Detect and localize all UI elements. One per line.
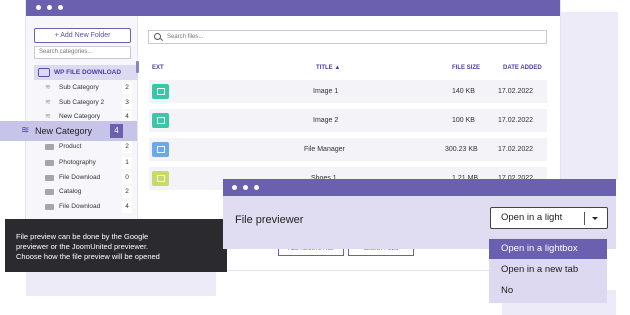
category-label: Product bbox=[59, 143, 82, 150]
panel-titlebar bbox=[223, 179, 616, 196]
category-count: 4 bbox=[122, 201, 132, 213]
add-folder-button[interactable]: + Add New Folder bbox=[34, 28, 131, 43]
category-label: Sub Category bbox=[59, 84, 99, 91]
file-search-placeholder: Search files... bbox=[167, 34, 204, 40]
window-dot-icon[interactable] bbox=[232, 185, 237, 190]
option-lightbox[interactable]: Open in a lightbox bbox=[489, 239, 607, 259]
panel-dots bbox=[232, 185, 259, 190]
window-dots bbox=[36, 5, 63, 10]
select-value: Open in a light bbox=[501, 212, 563, 223]
tooltip-line: File preview can be done by the Google bbox=[16, 232, 149, 241]
category-count: 0 bbox=[122, 172, 132, 184]
file-row[interactable]: Image 1 140 KB 17.02.2022 bbox=[149, 80, 547, 103]
category-item[interactable]: File Download 4 bbox=[45, 200, 134, 214]
file-row[interactable]: Image 2 100 KB 17.02.2022 bbox=[149, 109, 547, 132]
file-title: Image 1 bbox=[313, 88, 339, 95]
category-item[interactable]: ≋ Sub Category 2 bbox=[45, 81, 134, 95]
option-no[interactable]: No bbox=[489, 281, 607, 301]
sidebar-scrollbar[interactable] bbox=[136, 61, 139, 73]
option-new-tab[interactable]: Open in a new tab bbox=[489, 260, 607, 280]
image-file-icon bbox=[152, 113, 169, 128]
highlighted-category[interactable]: ≋ New Category 4 bbox=[0, 121, 137, 141]
category-root[interactable]: WP FILE DOWNLOAD bbox=[34, 65, 138, 80]
highlighted-category-label: New Category bbox=[35, 126, 93, 136]
tooltip-line: Choose how the file preview will be open… bbox=[16, 252, 160, 261]
category-label: Sub Category 2 bbox=[59, 99, 105, 106]
column-title[interactable]: TITLE ▲ bbox=[316, 65, 340, 71]
folder-icon bbox=[45, 204, 54, 210]
file-size: 300.23 KB bbox=[445, 146, 478, 153]
file-previewer-label: File previewer bbox=[235, 214, 304, 226]
file-title: Image 2 bbox=[313, 117, 339, 124]
file-size: 100 KB bbox=[452, 117, 475, 124]
image-file-icon bbox=[152, 171, 169, 186]
file-date: 17.02.2022 bbox=[498, 88, 534, 95]
column-file-size[interactable]: FILE SIZE bbox=[452, 65, 480, 71]
category-search-input[interactable]: Search categories... bbox=[34, 46, 131, 59]
category-label: File Download bbox=[59, 174, 101, 181]
category-item[interactable]: File Download 0 bbox=[45, 171, 134, 185]
category-item[interactable]: Catalog 2 bbox=[45, 185, 134, 199]
folder-icon bbox=[45, 175, 54, 181]
file-size: 140 KB bbox=[452, 88, 475, 95]
file-title: File Manager bbox=[304, 146, 345, 153]
window-titlebar bbox=[26, 0, 560, 16]
category-label: Catalog bbox=[59, 188, 82, 195]
search-icon bbox=[154, 33, 161, 40]
download-box-icon bbox=[38, 68, 50, 77]
column-date-added[interactable]: DATE ADDED bbox=[503, 65, 542, 71]
window-dot-icon[interactable] bbox=[243, 185, 248, 190]
category-item[interactable]: ≋ Sub Category 2 3 bbox=[45, 96, 134, 110]
file-row[interactable]: File Manager 300.23 KB 17.02.2022 bbox=[149, 138, 547, 161]
category-count: 2 bbox=[122, 82, 132, 94]
window-dot-icon[interactable] bbox=[58, 5, 63, 10]
category-root-label: WP FILE DOWNLOAD bbox=[54, 69, 122, 76]
folder-icon bbox=[45, 144, 54, 150]
window-dot-icon[interactable] bbox=[47, 5, 52, 10]
category-count: 1 bbox=[122, 157, 132, 169]
highlighted-category-count: 4 bbox=[110, 124, 123, 138]
file-date: 17.02.2022 bbox=[498, 146, 534, 153]
chevron-down-icon[interactable] bbox=[592, 217, 598, 220]
layers-icon: ≋ bbox=[45, 113, 51, 120]
select-divider bbox=[584, 212, 585, 225]
tooltip-line: previewer or the JoomUnited previewer. bbox=[16, 242, 149, 251]
category-item[interactable]: Product 2 bbox=[45, 140, 134, 154]
layers-icon: ≋ bbox=[21, 125, 30, 136]
category-count: 2 bbox=[122, 186, 132, 198]
window-dot-icon[interactable] bbox=[254, 185, 259, 190]
file-date: 17.02.2022 bbox=[498, 117, 534, 124]
file-search-input[interactable]: Search files... bbox=[148, 30, 547, 44]
stage: + Add New Folder Search categories... WP… bbox=[0, 0, 630, 315]
previewer-dropdown: Open in a lightbox Open in a new tab No bbox=[489, 237, 607, 303]
layers-icon: ≋ bbox=[45, 84, 51, 91]
column-ext[interactable]: EXT bbox=[152, 65, 164, 71]
folder-icon bbox=[45, 160, 54, 166]
file-previewer-select[interactable]: Open in a light bbox=[490, 207, 608, 229]
category-count: 2 bbox=[122, 141, 132, 153]
folder-icon bbox=[45, 189, 54, 195]
document-file-icon bbox=[152, 142, 169, 157]
bg-panel-right bbox=[558, 12, 618, 180]
category-item[interactable]: Photography 1 bbox=[45, 156, 134, 170]
layers-icon: ≋ bbox=[45, 99, 51, 106]
category-count: 3 bbox=[122, 97, 132, 109]
file-preview-tooltip: File preview can be done by the Google p… bbox=[5, 219, 227, 272]
category-label: Photography bbox=[59, 159, 96, 166]
category-label: File Download bbox=[59, 203, 101, 210]
image-file-icon bbox=[152, 84, 169, 99]
window-dot-icon[interactable] bbox=[36, 5, 41, 10]
